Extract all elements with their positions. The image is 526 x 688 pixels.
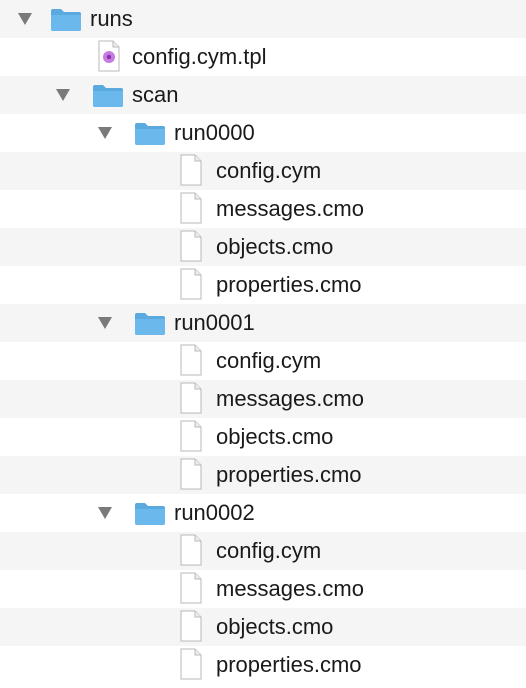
document-icon — [180, 420, 202, 452]
disclosure-triangle-icon[interactable] — [56, 89, 70, 101]
document-icon — [180, 268, 202, 300]
tree-row-scan[interactable]: scan — [0, 76, 526, 114]
document-icon — [180, 382, 202, 414]
tree-row-file[interactable]: messages.cmo — [0, 570, 526, 608]
file-label: messages.cmo — [216, 386, 364, 411]
tree-row-file[interactable]: objects.cmo — [0, 418, 526, 456]
folder-label: run0000 — [174, 120, 255, 145]
tree-row-file[interactable]: messages.cmo — [0, 190, 526, 228]
file-label: properties.cmo — [216, 272, 362, 297]
document-icon — [180, 572, 202, 604]
folder-icon — [135, 503, 165, 525]
disclosure-triangle-icon[interactable] — [98, 507, 112, 519]
document-icon — [180, 610, 202, 642]
document-icon — [180, 192, 202, 224]
tree-row-file[interactable]: properties.cmo — [0, 646, 526, 684]
tree-row-run0001[interactable]: run0001 — [0, 304, 526, 342]
folder-label: run0002 — [174, 500, 255, 525]
tree-row-file[interactable]: config.cym — [0, 152, 526, 190]
tree-row-file[interactable]: objects.cmo — [0, 608, 526, 646]
disclosure-triangle-icon[interactable] — [18, 13, 32, 25]
disclosure-triangle-icon[interactable] — [98, 127, 112, 139]
tree-row-file[interactable]: messages.cmo — [0, 380, 526, 418]
folder-icon — [51, 9, 81, 31]
folder-label: scan — [132, 82, 179, 107]
tree-row-runs[interactable]: runs — [0, 0, 526, 38]
file-label: config.cym.tpl — [132, 44, 267, 69]
document-icon — [180, 534, 202, 566]
document-icon — [180, 648, 202, 680]
disclosure-triangle-icon[interactable] — [98, 317, 112, 329]
file-label: config.cym — [216, 348, 322, 373]
file-label: objects.cmo — [216, 614, 334, 639]
folder-icon — [135, 123, 165, 145]
tree-row-file[interactable]: config.cym — [0, 532, 526, 570]
folder-label: runs — [90, 6, 133, 31]
document-icon — [180, 154, 202, 186]
file-label: config.cym — [216, 538, 322, 563]
file-label: objects.cmo — [216, 234, 334, 259]
tree-row-file[interactable]: objects.cmo — [0, 228, 526, 266]
file-label: messages.cmo — [216, 576, 364, 601]
document-icon — [180, 458, 202, 490]
folder-icon — [135, 313, 165, 335]
tree-row-file[interactable]: properties.cmo — [0, 266, 526, 304]
file-tree: runs config.cym.tpl scan run0000 config.… — [0, 0, 526, 688]
file-label: config.cym — [216, 158, 322, 183]
document-icon — [180, 230, 202, 262]
file-label: properties.cmo — [216, 652, 362, 677]
template-file-icon — [98, 40, 120, 72]
tree-row-run0000[interactable]: run0000 — [0, 114, 526, 152]
file-label: properties.cmo — [216, 462, 362, 487]
tree-row-file[interactable]: config.cym — [0, 342, 526, 380]
tree-row-config-tpl[interactable]: config.cym.tpl — [0, 38, 526, 76]
folder-label: run0001 — [174, 310, 255, 335]
file-label: objects.cmo — [216, 424, 334, 449]
file-label: messages.cmo — [216, 196, 364, 221]
tree-row-run0002[interactable]: run0002 — [0, 494, 526, 532]
folder-icon — [93, 85, 123, 107]
document-icon — [180, 344, 202, 376]
tree-row-file[interactable]: properties.cmo — [0, 456, 526, 494]
